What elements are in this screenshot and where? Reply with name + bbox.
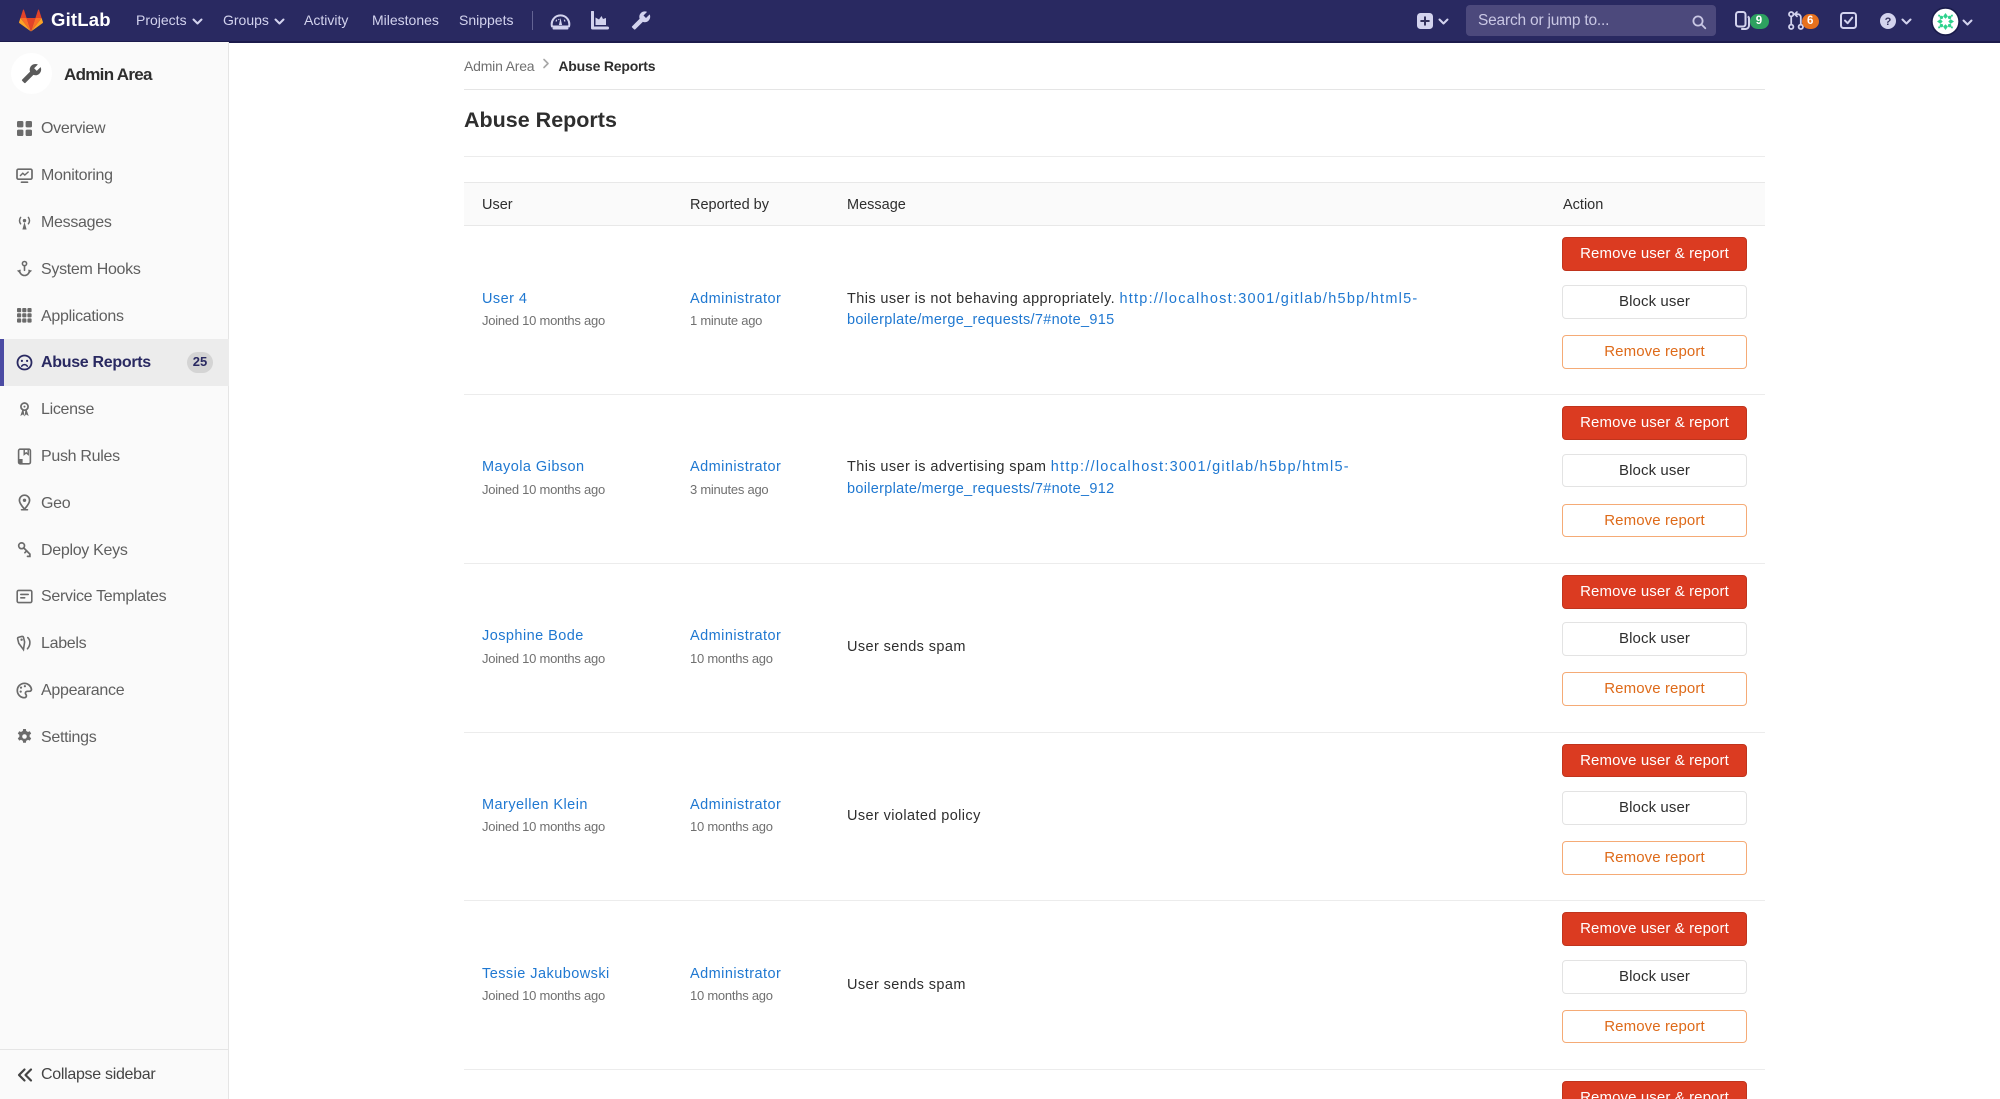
- svg-text:?: ?: [1885, 15, 1892, 27]
